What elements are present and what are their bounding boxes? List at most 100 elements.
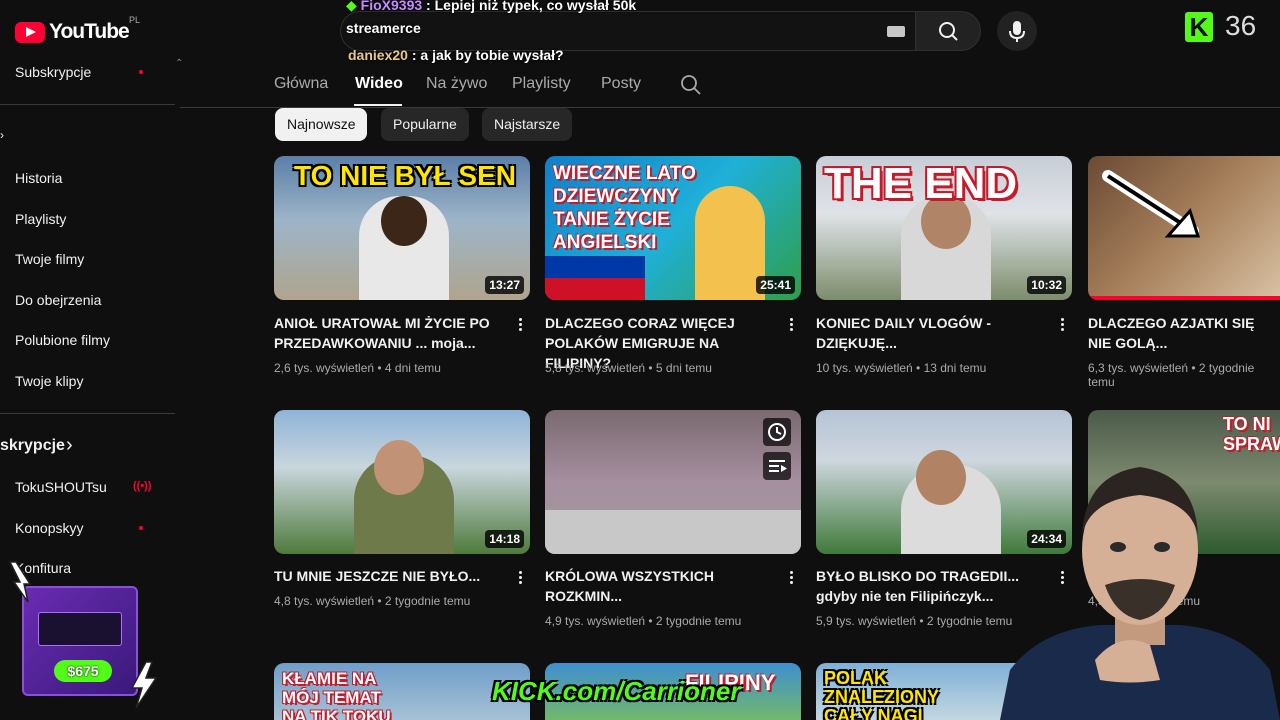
view-count: 6,3 tys. wyświetleń (1088, 361, 1189, 375)
sidebar-item-your-videos[interactable]: Twoje filmy (15, 251, 84, 267)
tab-playlists[interactable]: Playlisty (512, 75, 571, 93)
sidebar-item-history[interactable]: Historia (15, 170, 62, 186)
tab-videos[interactable]: Wideo (355, 75, 403, 93)
streamer-portrait (1000, 467, 1280, 720)
video-duration: 10:32 (1027, 276, 1066, 294)
chat-text: a jak by tobie wysłał? (420, 47, 564, 63)
country-code: PL (129, 15, 141, 25)
thumbnail-flag (545, 256, 645, 300)
new-content-dot (139, 70, 143, 74)
thumbnail-pavement (545, 510, 801, 554)
youtube-logo[interactable]: YouTube PL (15, 15, 140, 44)
subscription-item[interactable]: TokuSHOUTsu (15, 479, 107, 495)
chat-username: FioX9393 (360, 0, 423, 13)
video-title[interactable]: ANIOŁ URATOWAŁ MI ŻYCIE PO PRZEDAWKOWANI… (274, 313, 510, 353)
queue-icon (769, 460, 787, 472)
kick-logo: K (1185, 12, 1213, 42)
thumbnail-caption: POLAK ZNALEZIONY CAŁY NAGI (824, 668, 939, 720)
upload-age: 2 tygodnie temu (655, 614, 742, 628)
microphone-icon (1009, 21, 1025, 42)
video-thumbnail[interactable]: WIECZNE LATO DZIEWCZYNY TANIE ŻYCIE ANGI… (545, 156, 801, 300)
thumbnail-figure (695, 186, 765, 300)
video-meta: 5,8 tys. wyświetleń • 5 dni temu (545, 361, 712, 375)
video-title[interactable]: DLACZEGO AZJATKI SIĘ NIE GOLĄ... (1088, 313, 1278, 353)
subscription-item[interactable]: Konopskyy (15, 520, 83, 536)
view-count: 4,8 tys. wyświetleń (274, 594, 375, 608)
more-options-icon[interactable] (1061, 318, 1065, 332)
sidebar-item-your-clips[interactable]: Twoje klipy (15, 373, 83, 389)
watch-progress-bar (1088, 296, 1280, 300)
search-button[interactable] (915, 11, 981, 51)
chat-text: streamerce (346, 20, 421, 36)
thumbnail-figure (374, 440, 424, 495)
thumbnail-caption: WIECZNE LATO DZIEWCZYNY TANIE ŻYCIE ANGI… (553, 163, 696, 253)
search-input[interactable] (340, 11, 915, 51)
keyboard-icon[interactable] (887, 26, 905, 37)
view-count: 2,6 tys. wyświetleń (274, 361, 375, 375)
tab-live[interactable]: Na żywo (426, 75, 487, 93)
channel-search-icon[interactable] (680, 74, 702, 96)
live-broadcast-icon: ((•)) (133, 480, 152, 492)
active-tab-indicator (354, 104, 402, 106)
tab-home[interactable]: Główna (274, 75, 328, 93)
sidebar-divider (0, 413, 175, 414)
thumbnail-caption: KŁAMIE NA MÓJ TEMAT NA TIK TOKU (282, 669, 391, 720)
video-thumbnail[interactable]: TO NIE BYŁ SEN 13:27 (274, 156, 530, 300)
sidebar-item-liked-videos[interactable]: Polubione filmy (15, 332, 110, 348)
video-thumbnail[interactable] (545, 410, 801, 554)
chip-newest[interactable]: Najnowsze (275, 108, 368, 141)
clock-icon (768, 423, 786, 441)
more-options-icon[interactable] (519, 318, 523, 332)
chevron-right-icon[interactable]: › (66, 434, 73, 457)
chip-popular[interactable]: Popularne (381, 108, 469, 141)
chat-message: streamerce (346, 20, 421, 36)
upload-age: 2 tygodnie temu (384, 594, 471, 608)
view-count: 5,9 tys. wyświetleń (816, 614, 917, 628)
chip-oldest[interactable]: Najstarsze (482, 108, 573, 141)
video-meta: 2,6 tys. wyświetleń • 4 dni temu (274, 361, 441, 375)
sidebar-item-watch-later[interactable]: Do obejrzenia (15, 292, 101, 308)
video-thumbnail[interactable] (1088, 156, 1280, 300)
scroll-up-icon[interactable]: ⌃ (175, 58, 183, 69)
kick-channel-url: KICK.com/Carrioner (492, 676, 741, 706)
more-options-icon[interactable] (790, 318, 794, 332)
add-to-queue-button[interactable] (763, 452, 791, 480)
view-count: 5,8 tys. wyświetleń (545, 361, 646, 375)
video-thumbnail[interactable]: 14:18 (274, 410, 530, 554)
thumbnail-figure (381, 196, 427, 246)
thumbnail-figure (916, 450, 966, 505)
video-meta: 6,3 tys. wyświetleń • 2 tygodnie temu (1088, 361, 1255, 389)
video-meta: 4,8 tys. wyświetleń • 2 tygodnie temu (274, 594, 471, 608)
video-title[interactable]: TU MNIE JESZCZE NIE BYŁO... (274, 566, 510, 586)
video-duration: 14:18 (485, 530, 524, 548)
video-meta: 4,9 tys. wyświetleń • 2 tygodnie temu (545, 614, 742, 628)
chevron-right-icon[interactable]: › (0, 128, 4, 142)
more-options-icon[interactable] (790, 571, 794, 585)
more-options-icon[interactable] (519, 571, 523, 585)
video-title[interactable]: KRÓLOWA WSZYSTKICH ROZKMIN... (545, 566, 781, 606)
thumbnail-caption: TO NIE BYŁ SEN (294, 160, 516, 191)
sidebar-divider (0, 104, 175, 105)
watch-later-button[interactable] (763, 418, 791, 446)
subscriptions-section-title[interactable]: skrypcje (0, 437, 65, 455)
chat-message: ◆ FioX9393 : Lepiej niż typek, co wysłał… (346, 0, 636, 14)
video-meta: 5,9 tys. wyświetleń • 2 tygodnie temu (816, 614, 1013, 628)
lightning-bolt-icon (8, 561, 32, 603)
donation-item-image (38, 612, 122, 646)
chat-username: daniex20 (348, 47, 408, 63)
youtube-play-icon (15, 21, 45, 43)
chat-message: daniex20 : a jak by tobie wysłał? (348, 47, 564, 63)
chat-text: Lepiej niż typek, co wysłał 50k (434, 0, 637, 13)
video-title[interactable]: KONIEC DAILY VLOGÓW - DZIĘKUJĘ... (816, 313, 1052, 353)
voice-search-button[interactable] (997, 11, 1037, 51)
thumbnail-caption: TO NI SPRAW (1223, 414, 1280, 454)
upload-age: 13 dni temu (923, 361, 987, 375)
upload-age: 4 dni temu (384, 361, 441, 375)
video-duration: 13:27 (485, 276, 524, 294)
chat-badge-icon: ◆ (346, 0, 357, 13)
sidebar-item-playlists[interactable]: Playlisty (15, 211, 66, 227)
viewer-count: 36 (1225, 10, 1257, 41)
sidebar-item-subscriptions[interactable]: Subskrypcje (15, 64, 91, 80)
tab-posts[interactable]: Posty (601, 75, 641, 93)
video-thumbnail[interactable]: THE END 10:32 (816, 156, 1072, 300)
